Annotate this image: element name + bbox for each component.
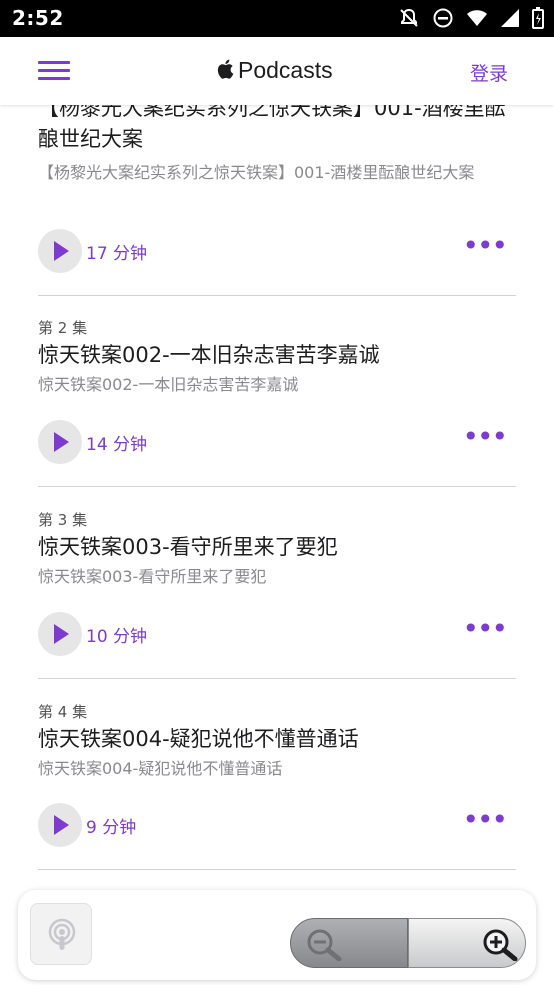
episode-duration: 10 分钟 xyxy=(86,627,148,647)
episode-title[interactable]: 惊天铁案002-一本旧杂志害苦李嘉诚 xyxy=(38,340,516,371)
episode-controls: 17 分钟 ••• xyxy=(38,229,516,273)
menu-line xyxy=(38,69,70,72)
episode-duration: 17 分钟 xyxy=(86,244,148,264)
zoom-in-button[interactable] xyxy=(408,918,526,968)
status-time: 2:52 xyxy=(12,6,64,30)
episode-description: 惊天铁案003-看守所里来了要犯 xyxy=(38,567,267,586)
episode-title[interactable]: 惊天铁案003-看守所里来了要犯 xyxy=(38,532,516,563)
more-options-icon[interactable]: ••• xyxy=(462,232,508,260)
episode-duration: 14 分钟 xyxy=(86,435,148,455)
zoom-out-icon xyxy=(307,929,342,961)
episode-item[interactable]: 第 2 集 惊天铁案002-一本旧杂志害苦李嘉诚 惊天铁案002-一本旧杂志害苦… xyxy=(38,317,516,396)
wifi-icon xyxy=(466,8,488,28)
menu-line xyxy=(38,77,70,80)
episode-controls: 10 分钟 ••• xyxy=(38,612,516,656)
apple-icon xyxy=(216,58,234,84)
more-options-icon[interactable]: ••• xyxy=(462,615,508,643)
episode-number: 第 2 集 xyxy=(38,319,88,337)
signal-icon xyxy=(500,8,520,28)
battery-icon xyxy=(532,7,544,29)
episode-title[interactable]: 【杨黎光大案纪实系列之惊天铁案】001-酒楼里酝酿世纪大案 xyxy=(38,105,516,155)
episode-list[interactable]: 【杨黎光大案纪实系列之惊天铁案】001-酒楼里酝酿世纪大案 【杨黎光大案纪实系列… xyxy=(0,105,554,985)
episode-controls: 9 分钟 ••• xyxy=(38,803,516,847)
podcast-artwork[interactable] xyxy=(30,903,92,965)
episode-controls: 14 分钟 ••• xyxy=(38,420,516,464)
divider xyxy=(38,869,516,870)
app-header: Podcasts 登录 xyxy=(0,37,554,105)
episode-duration: 9 分钟 xyxy=(86,818,137,838)
zoom-in-icon xyxy=(483,929,518,961)
episode-number: 第 3 集 xyxy=(38,511,88,529)
play-button[interactable] xyxy=(38,420,82,464)
status-bar: 2:52 xyxy=(0,0,554,37)
episode-description: 惊天铁案002-一本旧杂志害苦李嘉诚 xyxy=(38,375,299,394)
episode-item[interactable]: 第 4 集 惊天铁案004-疑犯说他不懂普通话 惊天铁案004-疑犯说他不懂普通… xyxy=(38,701,516,780)
mini-player[interactable] xyxy=(18,890,536,980)
play-button[interactable] xyxy=(38,803,82,847)
divider xyxy=(38,295,516,296)
zoom-out-button[interactable] xyxy=(290,918,408,968)
menu-button[interactable] xyxy=(38,61,70,81)
more-options-icon[interactable]: ••• xyxy=(462,806,508,834)
episode-description: 惊天铁案004-疑犯说他不懂普通话 xyxy=(38,759,283,778)
divider xyxy=(38,678,516,679)
episode-description: 【杨黎光大案纪实系列之惊天铁案】001-酒楼里酝酿世纪大案 xyxy=(38,163,475,182)
play-button[interactable] xyxy=(38,612,82,656)
menu-line xyxy=(38,61,70,64)
play-button[interactable] xyxy=(38,229,82,273)
divider xyxy=(38,486,516,487)
notifications-off-icon xyxy=(398,7,420,29)
episode-number: 第 4 集 xyxy=(38,703,88,721)
podcasts-logo[interactable]: Podcasts xyxy=(216,57,333,84)
do-not-disturb-icon xyxy=(432,7,454,29)
more-options-icon[interactable]: ••• xyxy=(462,423,508,451)
episode-item[interactable]: 【杨黎光大案纪实系列之惊天铁案】001-酒楼里酝酿世纪大案 【杨黎光大案纪实系列… xyxy=(38,105,516,184)
status-icons xyxy=(398,7,544,29)
login-link[interactable]: 登录 xyxy=(470,59,508,86)
zoom-control xyxy=(290,918,526,968)
episode-title[interactable]: 惊天铁案004-疑犯说他不懂普通话 xyxy=(38,724,516,755)
brand-title: Podcasts xyxy=(238,57,333,83)
episode-item[interactable]: 第 3 集 惊天铁案003-看守所里来了要犯 惊天铁案003-看守所里来了要犯 xyxy=(38,509,516,588)
